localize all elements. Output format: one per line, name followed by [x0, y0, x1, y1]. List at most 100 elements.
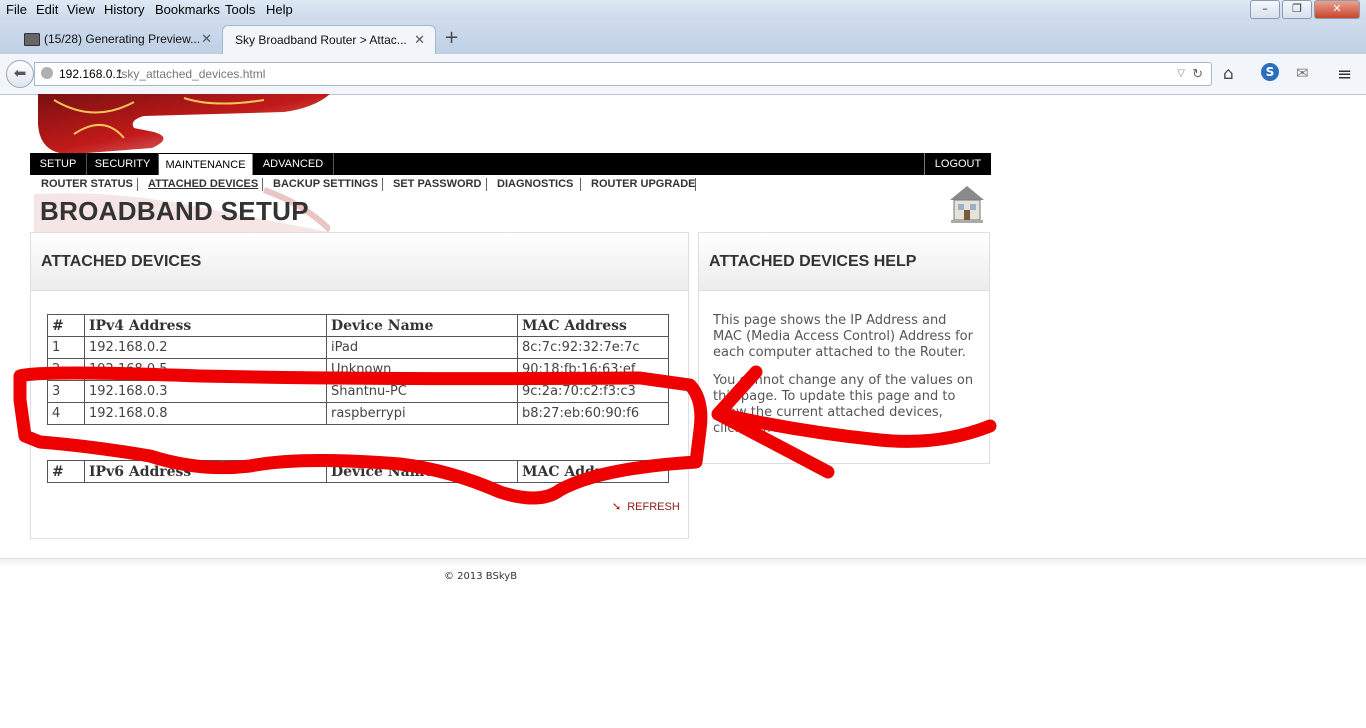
- row-ip: 192.168.0.2: [84, 336, 327, 359]
- help-panel: ATTACHED DEVICES HELP This page shows th…: [698, 232, 990, 464]
- tab-title: Sky Broadband Router > Attac...: [235, 33, 407, 47]
- table-header-row: # IPv4 Address Device Name MAC Address: [47, 314, 669, 337]
- url-host: 192.168.0.1: [59, 67, 123, 81]
- table-row: 1 192.168.0.2 iPad 8c:7c:92:32:7e:7c: [47, 336, 669, 359]
- ipv4-devices-table: # IPv4 Address Device Name MAC Address 1…: [47, 314, 669, 425]
- table-row: 3 192.168.0.3 Shantnu-PC 9c:2a:70:c2:f3:…: [47, 380, 669, 403]
- table-header-row: # IPv6 Address Device Name MAC Address: [47, 460, 669, 483]
- tab-generating-preview[interactable]: (15/28) Generating Preview... ✕: [16, 25, 222, 53]
- menu-history[interactable]: History: [104, 2, 144, 17]
- skype-icon[interactable]: S: [1261, 63, 1279, 81]
- globe-icon: [41, 67, 53, 79]
- menu-view[interactable]: View: [67, 2, 95, 17]
- subnav-separator: [695, 178, 696, 191]
- back-button[interactable]: ⬅: [6, 60, 34, 88]
- row-ip: 192.168.0.8: [84, 402, 327, 425]
- close-window-button[interactable]: ✕: [1314, 0, 1360, 19]
- row-ip: 192.168.0.5: [84, 358, 327, 381]
- subnav-separator: [580, 178, 581, 191]
- menu-bar: File Edit View History Bookmarks Tools H…: [0, 0, 1366, 20]
- copyright-footer: © 2013 BSkyB: [444, 571, 518, 582]
- subnav-separator: [382, 178, 383, 191]
- topnav-setup[interactable]: SETUP: [30, 153, 87, 175]
- col-mac: MAC Address: [517, 314, 669, 337]
- subnav-router-upgrade[interactable]: ROUTER UPGRADE: [591, 178, 696, 190]
- tab-sky-router[interactable]: Sky Broadband Router > Attac... ✕: [222, 25, 436, 54]
- row-device: Shantnu-PC: [326, 380, 518, 403]
- col-ipv4: IPv4 Address: [84, 314, 327, 337]
- topnav-maintenance[interactable]: MAINTENANCE: [159, 154, 253, 175]
- subnav-separator: [262, 178, 263, 191]
- footer-band: [0, 559, 1366, 567]
- tab-title: (15/28) Generating Preview...: [44, 32, 201, 46]
- close-tab-icon[interactable]: ✕: [414, 26, 425, 54]
- attached-devices-title: ATTACHED DEVICES: [41, 253, 202, 270]
- attached-devices-panel: ATTACHED DEVICES # IPv4 Address Device N…: [30, 232, 689, 539]
- row-number: 3: [47, 380, 85, 403]
- reload-icon[interactable]: ↻: [1192, 63, 1203, 85]
- minimize-button[interactable]: –: [1250, 0, 1280, 19]
- refresh-label: REFRESH: [627, 501, 680, 513]
- menu-tools[interactable]: Tools: [225, 2, 255, 17]
- logout-button[interactable]: LOGOUT: [924, 153, 991, 175]
- refresh-link[interactable]: ➘ REFRESH: [612, 500, 680, 513]
- topnav-security[interactable]: SECURITY: [87, 153, 159, 175]
- subnav-backup-settings[interactable]: BACKUP SETTINGS: [273, 178, 378, 190]
- row-device: raspberrypi: [326, 402, 518, 425]
- tab-strip: (15/28) Generating Preview... ✕ Sky Broa…: [0, 20, 1366, 54]
- row-number: 4: [47, 402, 85, 425]
- table-row: 4 192.168.0.8 raspberrypi b8:27:eb:60:90…: [47, 402, 669, 425]
- col-ipv6: IPv6 Address: [84, 460, 327, 483]
- row-ip: 192.168.0.3: [84, 380, 327, 403]
- menu-bookmarks[interactable]: Bookmarks: [155, 2, 220, 17]
- help-text: This page shows the IP Address and MAC (…: [713, 313, 975, 449]
- menu-help[interactable]: Help: [266, 2, 293, 17]
- close-tab-icon[interactable]: ✕: [201, 25, 212, 53]
- col-number: #: [47, 460, 85, 483]
- menu-file[interactable]: File: [6, 2, 27, 17]
- panel-header: ATTACHED DEVICES: [31, 233, 688, 291]
- topnav-advanced[interactable]: ADVANCED: [253, 153, 334, 175]
- subnav-separator: [486, 178, 487, 191]
- row-number: 1: [47, 336, 85, 359]
- row-device: iPad: [326, 336, 518, 359]
- ipv6-devices-table: # IPv6 Address Device Name MAC Address: [47, 460, 669, 483]
- page-title: BROADBAND SETUP: [40, 196, 309, 226]
- mail-icon[interactable]: ✉: [1296, 64, 1309, 82]
- col-device: Device Name: [326, 314, 518, 337]
- book-icon: [24, 33, 40, 46]
- window-controls: – ❐ ✕: [1250, 0, 1360, 19]
- home-button-icon[interactable]: ⌂: [1223, 64, 1234, 84]
- navigation-toolbar: ⬅ 192.168.0.1 /sky_attached_devices.html…: [0, 54, 1366, 95]
- menu-edit[interactable]: Edit: [36, 2, 58, 17]
- subnav-separator: [137, 178, 138, 191]
- row-device: Unknown: [326, 358, 518, 381]
- subnav-attached-devices[interactable]: ATTACHED DEVICES: [148, 178, 258, 190]
- col-number: #: [47, 314, 85, 337]
- url-path: /sky_attached_devices.html: [118, 67, 266, 81]
- row-mac: 9c:2a:70:c2:f3:c3: [517, 380, 669, 403]
- url-bar[interactable]: 192.168.0.1 /sky_attached_devices.html ▽…: [34, 62, 1212, 86]
- help-paragraph: You cannot change any of the values on t…: [713, 373, 974, 436]
- refresh-arrow-icon: ➘: [612, 501, 622, 513]
- subnav-router-status[interactable]: ROUTER STATUS: [41, 178, 133, 190]
- row-number: 2: [47, 358, 85, 381]
- maximize-button[interactable]: ❐: [1282, 0, 1312, 19]
- row-mac: b8:27:eb:60:90:f6: [517, 402, 669, 425]
- hamburger-menu-icon[interactable]: ≡: [1337, 64, 1352, 85]
- help-title: ATTACHED DEVICES HELP: [709, 253, 917, 270]
- col-mac: MAC Address: [517, 460, 669, 483]
- table-row: 2 192.168.0.5 Unknown 90:18:fb:16:63:ef: [47, 358, 669, 381]
- back-arrow-icon: ⬅: [13, 64, 27, 82]
- top-navigation: SETUP SECURITY MAINTENANCE ADVANCED LOGO…: [30, 153, 991, 175]
- new-tab-button[interactable]: +: [444, 27, 459, 48]
- house-icon[interactable]: [948, 184, 986, 224]
- row-mac: 8c:7c:92:32:7e:7c: [517, 336, 669, 359]
- history-dropdown-icon[interactable]: ▽: [1177, 63, 1185, 85]
- subnav-set-password[interactable]: SET PASSWORD: [393, 178, 481, 190]
- col-device: Device Name: [326, 460, 518, 483]
- panel-header: ATTACHED DEVICES HELP: [699, 233, 989, 291]
- help-paragraph: This page shows the IP Address and MAC (…: [713, 313, 973, 360]
- subnav-diagnostics[interactable]: DIAGNOSTICS: [497, 178, 573, 190]
- row-mac: 90:18:fb:16:63:ef: [517, 358, 669, 381]
